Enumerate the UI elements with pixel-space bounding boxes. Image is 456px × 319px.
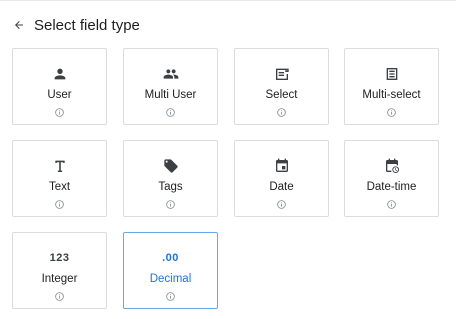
field-type-multi-select-card[interactable]: Multi-select xyxy=(344,48,439,125)
text-t-icon xyxy=(52,158,68,174)
integer-123-icon: 123 xyxy=(49,252,70,264)
field-type-decimal-card[interactable]: .00 Decimal xyxy=(123,232,218,309)
top-divider xyxy=(0,0,456,1)
calendar-clock-icon xyxy=(384,158,400,174)
people-icon xyxy=(163,66,179,82)
field-type-label: Date-time xyxy=(366,181,417,193)
back-button[interactable] xyxy=(12,18,26,32)
info-icon[interactable] xyxy=(55,200,64,209)
tags-icon xyxy=(163,158,179,174)
info-icon[interactable] xyxy=(277,200,286,209)
info-icon[interactable] xyxy=(277,108,286,117)
info-icon[interactable] xyxy=(166,292,175,301)
field-type-select-card[interactable]: Select xyxy=(234,48,329,125)
field-type-label: User xyxy=(47,89,72,101)
field-type-multi-user-card[interactable]: Multi User xyxy=(123,48,218,125)
page-title: Select field type xyxy=(34,16,140,34)
field-type-label: Date xyxy=(269,181,294,193)
info-icon[interactable] xyxy=(387,108,396,117)
field-type-label: Select xyxy=(265,89,298,101)
field-type-date-card[interactable]: Date xyxy=(234,140,329,217)
field-type-user-card[interactable]: User xyxy=(12,48,107,125)
info-icon[interactable] xyxy=(166,200,175,209)
field-type-label: Multi-select xyxy=(362,89,421,101)
field-type-label: Decimal xyxy=(149,273,192,285)
calendar-icon xyxy=(274,158,290,174)
info-icon[interactable] xyxy=(166,108,175,117)
dialog-header: Select field type xyxy=(12,14,140,36)
field-type-date-time-card[interactable]: Date-time xyxy=(344,140,439,217)
info-icon[interactable] xyxy=(55,108,64,117)
info-icon[interactable] xyxy=(55,292,64,301)
field-type-integer-card[interactable]: 123 Integer xyxy=(12,232,107,309)
person-icon xyxy=(52,66,68,82)
arrow-left-icon xyxy=(15,21,23,29)
field-type-label: Tags xyxy=(158,181,183,193)
field-type-tags-card[interactable]: Tags xyxy=(123,140,218,217)
select-icon xyxy=(274,66,290,82)
field-type-label: Integer xyxy=(41,273,78,285)
field-type-label: Multi User xyxy=(144,89,197,101)
decimal-icon: .00 xyxy=(162,252,179,264)
field-type-label: Text xyxy=(48,181,71,193)
info-icon[interactable] xyxy=(387,200,396,209)
field-type-text-card[interactable]: Text xyxy=(12,140,107,217)
list-box-icon xyxy=(384,66,400,82)
